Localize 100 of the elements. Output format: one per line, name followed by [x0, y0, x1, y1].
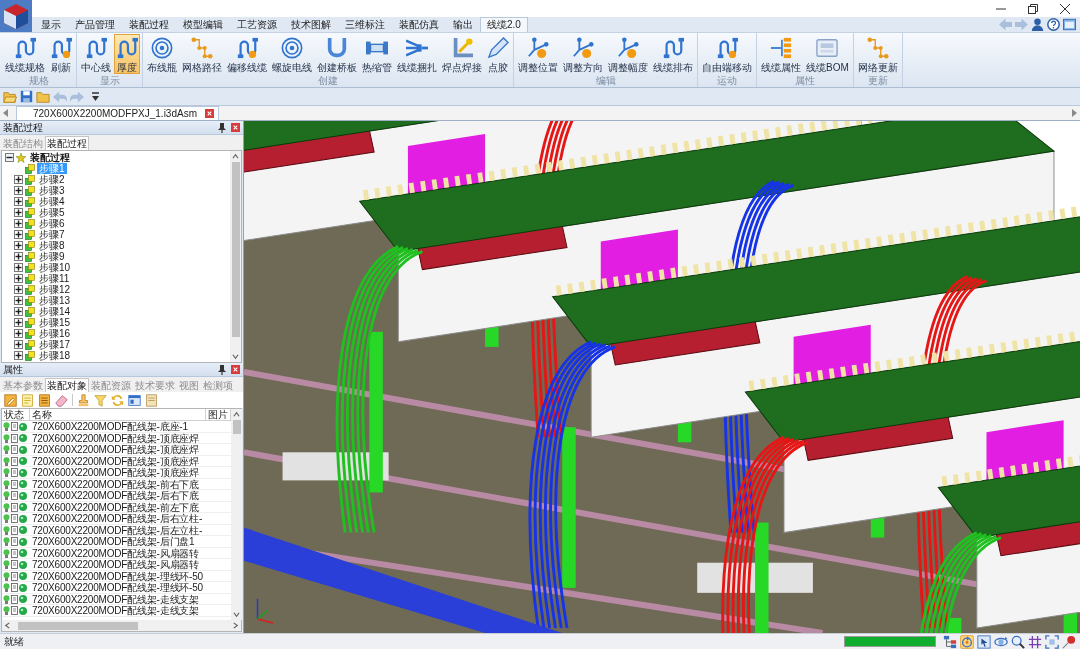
menu-tab[interactable]: 三维标注: [338, 17, 392, 32]
menu-tab[interactable]: 技术图解: [284, 17, 338, 32]
scrollbar-thumb[interactable]: [232, 420, 241, 434]
ribbon-button[interactable]: 中心线: [79, 34, 113, 74]
expand-icon[interactable]: [14, 307, 23, 316]
tree-item[interactable]: 步骤5: [37, 207, 67, 218]
ribbon-button[interactable]: 焊点焊接: [440, 34, 484, 74]
expand-icon[interactable]: [14, 230, 23, 239]
ribbon-button[interactable]: 线缆属性: [759, 34, 803, 74]
fit-view-icon[interactable]: [1045, 634, 1059, 649]
close-icon[interactable]: [1060, 3, 1070, 14]
tree-item[interactable]: 步骤13: [37, 295, 73, 306]
collapse-icon[interactable]: [5, 153, 14, 162]
window-icon[interactable]: [128, 393, 141, 407]
scroll-right-icon[interactable]: [1072, 109, 1077, 117]
ribbon-button[interactable]: 螺旋电线: [270, 34, 314, 74]
menu-tab[interactable]: 装配仿真: [392, 17, 446, 32]
zoom-icon[interactable]: [1011, 634, 1025, 649]
tree-item[interactable]: 步骤3: [37, 185, 67, 196]
expand-icon[interactable]: [14, 351, 23, 360]
panel-tab[interactable]: 装配过程: [45, 136, 89, 150]
expand-icon[interactable]: [14, 318, 23, 327]
expand-icon[interactable]: [14, 219, 23, 228]
grid-icon[interactable]: [1028, 634, 1042, 649]
tree-item[interactable]: 步骤15: [37, 317, 73, 328]
ribbon-button[interactable]: 线缆排布: [651, 34, 695, 74]
page-icon[interactable]: [145, 393, 158, 407]
pushpin-icon[interactable]: [1062, 634, 1076, 649]
help-icon[interactable]: [1047, 18, 1060, 31]
chevron-up-icon[interactable]: [232, 153, 239, 160]
ribbon-button[interactable]: 偏移线缆: [225, 34, 269, 74]
vertical-scrollbar[interactable]: [231, 409, 242, 620]
tree-item[interactable]: 步骤14: [37, 306, 73, 317]
tree-item[interactable]: 步骤10: [37, 262, 73, 273]
eraser-icon[interactable]: [55, 393, 68, 407]
ribbon-button[interactable]: 线缆捆扎: [395, 34, 439, 74]
tree-item[interactable]: 步骤18: [37, 350, 73, 361]
ribbon-button[interactable]: 网络更新: [855, 34, 900, 74]
menu-tab[interactable]: 线缆2.0: [480, 17, 528, 32]
expand-icon[interactable]: [14, 197, 23, 206]
user-icon[interactable]: [1031, 18, 1044, 31]
expand-icon[interactable]: [14, 263, 23, 272]
menu-tab[interactable]: 模型编辑: [176, 17, 230, 32]
vertical-scrollbar[interactable]: [230, 151, 241, 362]
panel-tab[interactable]: 装配对象: [45, 378, 89, 392]
tree-item[interactable]: 步骤16: [37, 328, 73, 339]
restore-icon[interactable]: [1028, 3, 1038, 14]
tree-item[interactable]: 步骤4: [37, 196, 67, 207]
ribbon-button[interactable]: 线缆规格: [3, 34, 47, 74]
expand-icon[interactable]: [14, 274, 23, 283]
tree-view-icon[interactable]: [943, 634, 957, 649]
menu-tab[interactable]: 显示: [34, 17, 68, 32]
ribbon-button[interactable]: 刷新: [48, 34, 74, 74]
expand-icon[interactable]: [14, 208, 23, 217]
chevron-up-icon[interactable]: [233, 411, 240, 418]
expand-icon[interactable]: [14, 329, 23, 338]
scroll-left-icon[interactable]: [3, 109, 8, 117]
tree-item[interactable]: 步骤12: [37, 284, 73, 295]
tree-item[interactable]: 步骤7: [37, 229, 67, 240]
dropdown-caret-icon[interactable]: [92, 92, 99, 101]
scrollbar-thumb[interactable]: [18, 621, 138, 630]
menu-tab[interactable]: 产品管理: [68, 17, 122, 32]
tree-item[interactable]: 步骤9: [37, 251, 67, 262]
expand-icon[interactable]: [14, 296, 23, 305]
tree-item[interactable]: 步骤2: [37, 174, 67, 185]
pin-icon[interactable]: [218, 364, 226, 375]
expand-icon[interactable]: [14, 175, 23, 184]
ribbon-button[interactable]: 布线瓶: [145, 34, 179, 74]
window-icon[interactable]: [1063, 18, 1076, 31]
ribbon-button[interactable]: 调整方向: [561, 34, 605, 74]
tree-item[interactable]: 步骤17: [37, 339, 73, 350]
expand-icon[interactable]: [14, 241, 23, 250]
ribbon-button[interactable]: 线缆BOM: [804, 34, 851, 74]
ribbon-button[interactable]: 厚度: [114, 34, 140, 74]
list-icon[interactable]: [38, 393, 51, 407]
ribbon-button[interactable]: 自由端移动: [700, 34, 754, 74]
ribbon-button[interactable]: 调整幅度: [606, 34, 650, 74]
column-header[interactable]: 名称: [30, 409, 206, 421]
chevron-down-icon[interactable]: [232, 353, 239, 360]
ribbon-button[interactable]: 点胶: [485, 34, 511, 74]
scrollbar-thumb[interactable]: [231, 162, 240, 337]
ribbon-button[interactable]: 网格路径: [180, 34, 224, 74]
chevron-down-icon[interactable]: [233, 611, 240, 618]
expand-icon[interactable]: [14, 186, 23, 195]
pin-icon[interactable]: [218, 122, 226, 133]
chevron-left-icon[interactable]: [4, 622, 11, 629]
tree-item[interactable]: 步骤11: [37, 273, 72, 284]
expand-icon[interactable]: [14, 340, 23, 349]
stamp-icon[interactable]: [77, 393, 90, 407]
orbit-icon[interactable]: [994, 634, 1008, 649]
ribbon-button[interactable]: 热缩管: [360, 34, 394, 74]
edit-icon[interactable]: [4, 393, 17, 407]
expand-icon[interactable]: [14, 252, 23, 261]
chevron-right-icon[interactable]: [232, 622, 239, 629]
tree-item[interactable]: 步骤8: [37, 240, 67, 251]
cube-logo-icon[interactable]: [0, 0, 32, 32]
column-header[interactable]: 状态: [2, 409, 30, 421]
menu-tab[interactable]: 输出: [446, 17, 480, 32]
tree-item[interactable]: 步骤6: [37, 218, 67, 229]
rotate-icon[interactable]: [960, 634, 974, 649]
